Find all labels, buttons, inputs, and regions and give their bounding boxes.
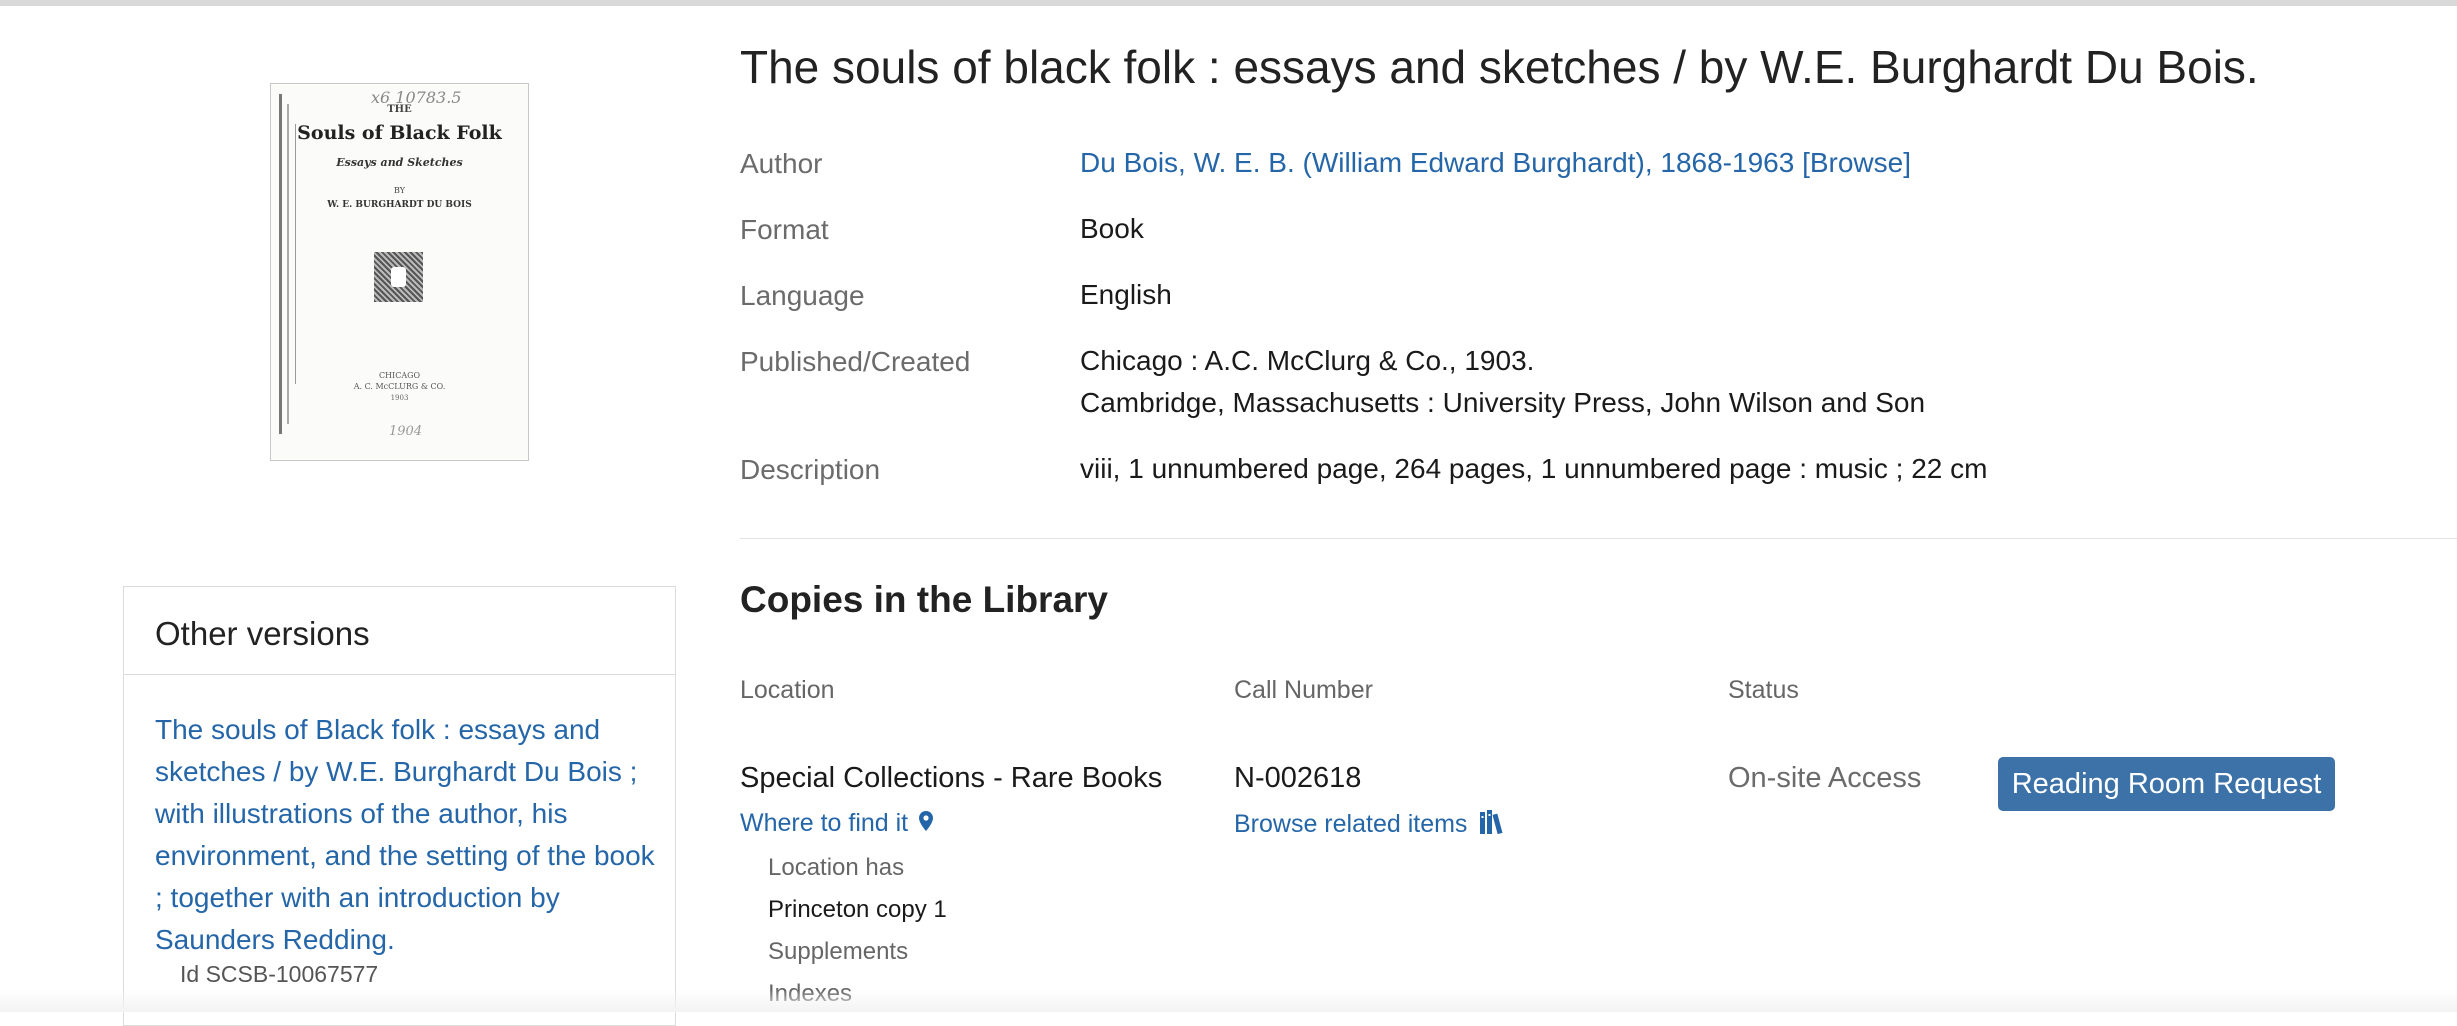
- cover-handwritten-mark: 1904: [389, 424, 423, 439]
- where-to-find-link[interactable]: Where to find it: [740, 809, 934, 839]
- other-version-link[interactable]: The souls of Black folk : essays and ske…: [155, 709, 655, 961]
- format-value: Book: [1080, 213, 1144, 244]
- description-label: Description: [740, 454, 881, 485]
- cover-city: CHICAGO: [378, 371, 421, 380]
- cover-by: BY: [393, 186, 406, 195]
- where-to-find-label: Where to find it: [740, 809, 909, 837]
- location-has-value: Princeton copy 1: [768, 896, 947, 923]
- bottom-scroll-fade: [0, 990, 2457, 1012]
- language-label: Language: [740, 280, 865, 311]
- supplements-label: Supplements: [768, 938, 909, 965]
- other-versions-panel: Other versions The souls of Black folk :…: [123, 586, 676, 1026]
- status-value: On-site Access: [1728, 762, 1922, 794]
- published-label: Published/Created: [740, 346, 971, 377]
- record-title: The souls of black folk : essays and ske…: [740, 41, 2259, 93]
- call-number-column-header: Call Number: [1234, 676, 1373, 704]
- cover-author: W. E. BURGHARDT DU BOIS: [327, 200, 472, 210]
- cover-publisher: A. C. McCLURG & CO.: [353, 382, 446, 391]
- call-number: N-002618: [1234, 762, 1362, 794]
- author-link[interactable]: Du Bois, W. E. B. (William Edward Burgha…: [1080, 142, 1911, 184]
- language-value: English: [1080, 279, 1172, 310]
- status-column-header: Status: [1728, 676, 1799, 704]
- book-cover-thumbnail[interactable]: x6 10783.5 THE Souls of Black Folk Essay…: [270, 83, 529, 461]
- other-versions-heading: Other versions: [124, 587, 675, 675]
- browse-related-label: Browse related items: [1234, 810, 1468, 839]
- copies-heading: Copies in the Library: [740, 579, 1109, 620]
- books-icon: [1479, 809, 1507, 842]
- cover-title: Souls of Black Folk: [297, 122, 502, 144]
- map-pin-icon: [918, 810, 934, 839]
- other-version-id: Id SCSB-10067577: [180, 961, 379, 987]
- published-line-1: Chicago : A.C. McClurg & Co., 1903.: [1080, 345, 1535, 376]
- author-label: Author: [740, 148, 823, 179]
- browse-related-link[interactable]: Browse related items: [1234, 809, 1507, 842]
- reading-room-request-button[interactable]: Reading Room Request: [1998, 757, 2335, 811]
- format-label: Format: [740, 214, 829, 245]
- cover-year: 1903: [390, 394, 409, 402]
- location-name: Special Collections - Rare Books: [740, 762, 1163, 794]
- section-divider: [740, 538, 2457, 539]
- top-border: [0, 0, 2457, 6]
- cover-the: THE: [387, 104, 412, 115]
- cover-emblem-icon: [374, 252, 423, 302]
- cover-subtitle: Essays and Sketches: [336, 156, 463, 169]
- location-column-header: Location: [740, 676, 835, 704]
- location-has-label: Location has: [768, 854, 905, 881]
- description-value: viii, 1 unnumbered page, 264 pages, 1 un…: [1080, 453, 1988, 484]
- published-line-2: Cambridge, Massachusetts : University Pr…: [1080, 387, 1926, 418]
